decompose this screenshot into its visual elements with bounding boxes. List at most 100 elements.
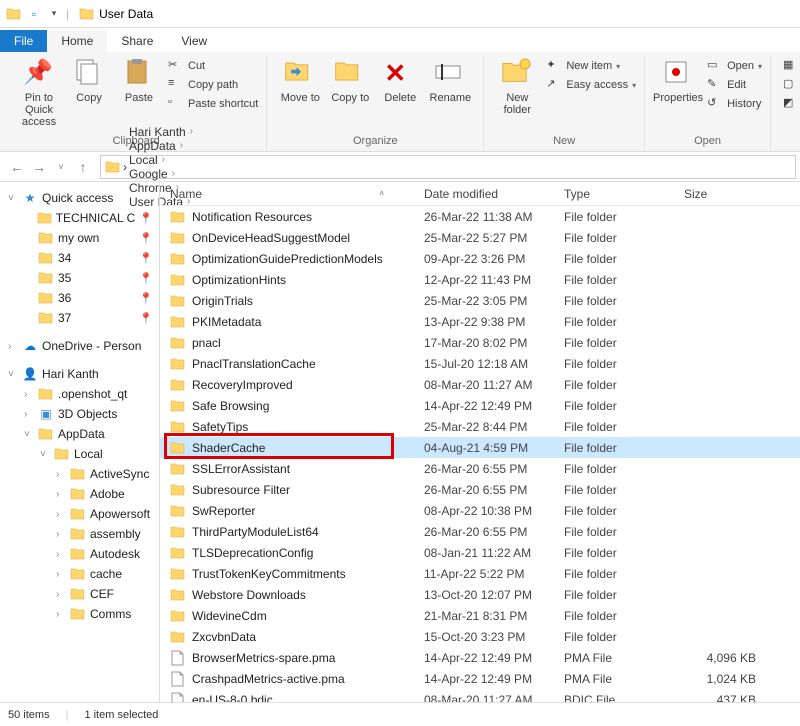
- chevron-right-icon[interactable]: ›: [123, 160, 127, 174]
- file-row[interactable]: CrashpadMetrics-active.pma14-Apr-22 12:4…: [160, 668, 800, 689]
- file-list[interactable]: Name˄ Date modified Type Size Notificati…: [160, 182, 800, 702]
- file-row[interactable]: WidevineCdm21-Mar-21 8:31 PMFile folder: [160, 605, 800, 626]
- chevron-right-icon[interactable]: ›: [8, 341, 18, 352]
- tab-file[interactable]: File: [0, 30, 47, 52]
- tab-home[interactable]: Home: [47, 30, 107, 52]
- chevron-down-icon[interactable]: ˅: [40, 449, 50, 460]
- onedrive-icon: ☁: [22, 338, 38, 354]
- pin-to-quick-access-button[interactable]: 📌 Pin to Quick access: [14, 56, 64, 130]
- file-row[interactable]: Subresource Filter26-Mar-20 6:55 PMFile …: [160, 479, 800, 500]
- sidebar-item[interactable]: ›Autodesk: [2, 544, 159, 564]
- tab-share[interactable]: Share: [107, 30, 167, 52]
- tab-view[interactable]: View: [167, 30, 221, 52]
- open-button[interactable]: ▭Open▾: [707, 58, 762, 74]
- file-row[interactable]: Notification Resources26-Mar-22 11:38 AM…: [160, 206, 800, 227]
- edit-button[interactable]: ✎Edit: [707, 77, 762, 93]
- file-row[interactable]: ThirdPartyModuleList6426-Mar-20 6:55 PMF…: [160, 521, 800, 542]
- file-row[interactable]: OnDeviceHeadSuggestModel25-Mar-22 5:27 P…: [160, 227, 800, 248]
- breadcrumb-segment[interactable]: Google: [129, 167, 168, 181]
- new-item-button[interactable]: ✦New item▾: [546, 58, 636, 74]
- file-row[interactable]: OptimizationHints12-Apr-22 11:43 PMFile …: [160, 269, 800, 290]
- file-row[interactable]: BrowserMetrics-spare.pma14-Apr-22 12:49 …: [160, 647, 800, 668]
- sidebar-local[interactable]: ˅Local: [2, 444, 159, 464]
- chevron-right-icon[interactable]: ›: [180, 140, 183, 151]
- sidebar-item[interactable]: ›CEF: [2, 584, 159, 604]
- chevron-right-icon[interactable]: ›: [172, 168, 175, 179]
- sidebar-item[interactable]: 36📍: [2, 288, 159, 308]
- sidebar-item[interactable]: 35📍: [2, 268, 159, 288]
- sidebar-quick-access[interactable]: ˅★Quick access: [2, 188, 159, 208]
- paste-button[interactable]: Paste: [114, 56, 164, 106]
- sidebar-item[interactable]: ›Comms: [2, 604, 159, 624]
- address-bar[interactable]: › Hari Kanth › AppData › Local › Google …: [100, 155, 796, 179]
- sidebar-item[interactable]: ›Apowersoft: [2, 504, 159, 524]
- sidebar-item[interactable]: ›cache: [2, 564, 159, 584]
- file-row[interactable]: ShaderCache04-Aug-21 4:59 PMFile folder: [160, 437, 800, 458]
- copy-to-button[interactable]: Copy to: [325, 56, 375, 106]
- new-folder-button[interactable]: New folder: [492, 56, 542, 118]
- paste-shortcut-button[interactable]: ▫Paste shortcut: [168, 96, 258, 112]
- file-row[interactable]: Safe Browsing14-Apr-22 12:49 PMFile fold…: [160, 395, 800, 416]
- folder-icon: [70, 606, 86, 622]
- nav-recent-dropdown[interactable]: ˅: [52, 158, 70, 176]
- chevron-right-icon[interactable]: ›: [190, 126, 193, 137]
- breadcrumb-segment[interactable]: Hari Kanth: [129, 125, 186, 139]
- file-row[interactable]: PnaclTranslationCache15-Jul-20 12:18 AMF…: [160, 353, 800, 374]
- sidebar-item[interactable]: 37📍: [2, 308, 159, 328]
- column-header-date[interactable]: Date modified: [424, 187, 564, 201]
- file-row[interactable]: TrustTokenKeyCommitments11-Apr-22 5:22 P…: [160, 563, 800, 584]
- column-header-name[interactable]: Name˄: [160, 187, 424, 201]
- file-row[interactable]: pnacl17-Mar-20 8:02 PMFile folder: [160, 332, 800, 353]
- file-row[interactable]: en-US-8-0.bdic08-Mar-20 11:27 AMBDIC Fil…: [160, 689, 800, 702]
- cut-button[interactable]: ✂Cut: [168, 58, 258, 74]
- sidebar-item[interactable]: ›assembly: [2, 524, 159, 544]
- file-row[interactable]: SafetyTips25-Mar-22 8:44 PMFile folder: [160, 416, 800, 437]
- sidebar-appdata[interactable]: ˅AppData: [2, 424, 159, 444]
- file-row[interactable]: SwReporter08-Apr-22 10:38 PMFile folder: [160, 500, 800, 521]
- file-row[interactable]: PKIMetadata13-Apr-22 9:38 PMFile folder: [160, 311, 800, 332]
- copy-button[interactable]: Copy: [64, 56, 114, 106]
- invert-selection-button[interactable]: ◩Invert sele: [783, 96, 800, 112]
- sidebar-onedrive[interactable]: ›☁OneDrive - Person: [2, 336, 159, 356]
- qat-save-icon[interactable]: ▫: [26, 6, 42, 22]
- rename-button[interactable]: Rename: [425, 56, 475, 106]
- qat-dropdown-icon[interactable]: ▾: [46, 6, 62, 22]
- chevron-down-icon[interactable]: ˅: [8, 193, 18, 204]
- nav-back-button[interactable]: ←: [8, 158, 26, 176]
- delete-button[interactable]: ✕ Delete: [375, 56, 425, 106]
- select-all-button[interactable]: ▦Select all: [783, 58, 800, 74]
- sidebar-user[interactable]: ˅👤Hari Kanth: [2, 364, 159, 384]
- sidebar-3dobjects[interactable]: ›▣3D Objects: [2, 404, 159, 424]
- breadcrumb-segment[interactable]: Local: [129, 153, 158, 167]
- easy-access-button[interactable]: ↗Easy access▾: [546, 77, 636, 93]
- copy-path-button[interactable]: ≡Copy path: [168, 77, 258, 93]
- sidebar-item[interactable]: 34📍: [2, 248, 159, 268]
- file-row[interactable]: Webstore Downloads13-Oct-20 12:07 PMFile…: [160, 584, 800, 605]
- file-row[interactable]: TLSDeprecationConfig08-Jan-21 11:22 AMFi…: [160, 542, 800, 563]
- breadcrumb-segment[interactable]: AppData: [129, 139, 176, 153]
- file-row[interactable]: OriginTrials25-Mar-22 3:05 PMFile folder: [160, 290, 800, 311]
- navigation-pane[interactable]: ˅★Quick access TECHNICAL C📍my own📍34📍35📍…: [0, 182, 160, 702]
- file-row[interactable]: OptimizationGuidePredictionModels09-Apr-…: [160, 248, 800, 269]
- history-button[interactable]: ↺History: [707, 96, 762, 112]
- chevron-right-icon[interactable]: ›: [162, 154, 165, 165]
- nav-up-button[interactable]: ↑: [74, 158, 92, 176]
- properties-button[interactable]: Properties: [653, 56, 703, 106]
- sidebar-item[interactable]: TECHNICAL C📍: [2, 208, 159, 228]
- file-row[interactable]: RecoveryImproved08-Mar-20 11:27 AMFile f…: [160, 374, 800, 395]
- folder-icon: [54, 446, 70, 462]
- sidebar-item[interactable]: ›ActiveSync: [2, 464, 159, 484]
- column-header-size[interactable]: Size: [684, 187, 764, 201]
- file-row[interactable]: SSLErrorAssistant26-Mar-20 6:55 PMFile f…: [160, 458, 800, 479]
- sidebar-item[interactable]: my own📍: [2, 228, 159, 248]
- file-row[interactable]: ZxcvbnData15-Oct-20 3:23 PMFile folder: [160, 626, 800, 647]
- sidebar-openshot[interactable]: ›.openshot_qt: [2, 384, 159, 404]
- nav-forward-button[interactable]: →: [30, 158, 48, 176]
- select-none-button[interactable]: ▢Select none: [783, 77, 800, 93]
- chevron-down-icon[interactable]: ˅: [24, 429, 34, 440]
- move-to-button[interactable]: Move to: [275, 56, 325, 106]
- chevron-down-icon[interactable]: ˅: [8, 369, 18, 380]
- folder-icon: [170, 545, 186, 561]
- column-header-type[interactable]: Type: [564, 187, 684, 201]
- sidebar-item[interactable]: ›Adobe: [2, 484, 159, 504]
